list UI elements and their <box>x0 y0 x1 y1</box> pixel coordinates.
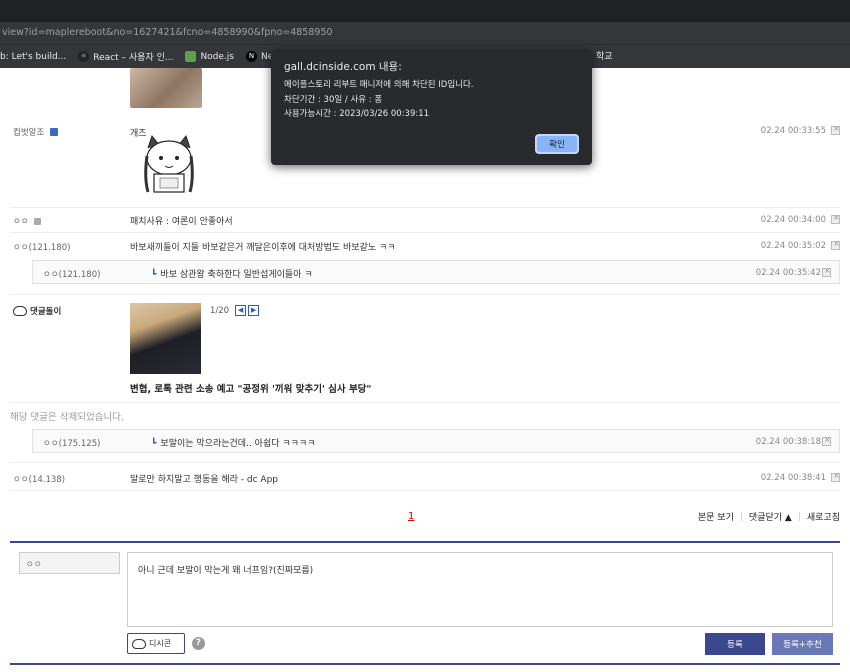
react-icon: ⚛ <box>78 51 90 62</box>
delete-icon[interactable] <box>831 124 840 135</box>
dccon-sticker-image[interactable] <box>138 134 200 196</box>
comment-nick[interactable]: 댓글돌이 <box>13 305 61 317</box>
comment-row: 댓글돌이 1/20 ◀ ▶ 변협, 로톡 관련 소송 예고 "공정위 '끼워 맞… <box>10 295 840 403</box>
comment-text: 말로만 하지말고 행동을 해라 - dc App <box>130 475 279 485</box>
comment-date: 02.24 00:38:41 <box>760 473 826 483</box>
reply-arrow-icon: ┗ <box>151 270 157 280</box>
comment-date: 02.24 00:35:02 <box>760 241 826 251</box>
divider <box>10 663 840 665</box>
bookmark-label: b: Let's build... <box>0 51 67 62</box>
alert-dialog: gall.dcinside.com 내용: 메이플스토리 리부트 매니저에 의해… <box>271 50 592 165</box>
comment-nick[interactable]: 컵벗알조 <box>13 126 58 138</box>
view-post-link[interactable]: 본문 보기 <box>698 510 734 523</box>
comment-row: ㅇㅇ(14.138) 말로만 하지말고 행동을 해라 - dc App 02.2… <box>10 463 840 491</box>
bot-face-icon <box>13 306 27 316</box>
comment-write-box: ㅇㅇ 아니 근데 보말이 막는게 왜 너프임?(진짜모름) 디시콘 ? 등록 등… <box>10 541 840 664</box>
submit-button[interactable]: 등록 <box>705 633 765 655</box>
delete-icon[interactable] <box>822 435 831 446</box>
dccon-label: 디시콘 <box>149 639 172 648</box>
mobile-icon <box>34 218 42 225</box>
nickname-field[interactable]: ㅇㅇ <box>19 552 120 574</box>
comment-date: 02.24 00:35:42 <box>755 268 821 278</box>
next-icon[interactable]: ▶ <box>248 305 260 316</box>
comment-text: 바보새끼들이 지들 바보같은거 깨달은이후에 대처방법도 바보같노 ㅋㅋ <box>130 243 396 253</box>
delete-icon[interactable] <box>831 239 840 250</box>
pager-count: 1/20 <box>210 305 230 316</box>
refresh-link[interactable]: 새로고침 <box>807 510 840 523</box>
comment-nick[interactable]: ㅇㅇ(14.138) <box>13 473 65 485</box>
comment-date: 02.24 00:33:55 <box>760 126 826 136</box>
nextjs-icon: N <box>245 51 257 62</box>
comment-date: 02.24 00:38:18 <box>755 437 821 447</box>
comment-text: 패치사유 : 여론이 안좋아서 <box>130 217 233 227</box>
delete-icon[interactable] <box>831 213 840 224</box>
comment-text: ┗ 보말이는 막으라는건데.. 아쉽다 ㅋㅋㅋㅋ <box>151 439 316 449</box>
gallog-icon[interactable] <box>49 128 58 136</box>
dialog-title: gall.dcinside.com 내용: <box>284 61 402 73</box>
comment-nick[interactable]: ㅇㅇ <box>13 215 42 227</box>
dccon-face-icon <box>132 638 146 649</box>
close-comments-link[interactable]: 댓글닫기 ▲ <box>749 510 792 523</box>
news-title[interactable]: 변협, 로톡 관련 소송 예고 "공정위 '끼워 맞추기' 심사 부당" <box>130 381 371 395</box>
bookmark-label: Node.js <box>200 51 234 62</box>
news-pager: 1/20 ◀ ▶ <box>210 305 260 316</box>
delete-icon[interactable] <box>822 266 831 277</box>
bookmark-label: React – 사용자 인... <box>93 53 174 63</box>
reply-arrow-icon: ┗ <box>151 439 157 449</box>
dialog-ok-button[interactable]: 확인 <box>535 134 579 154</box>
reply-row: ㅇㅇ(121.180) ┗ 바보 삼관왕 축하한다 일반섭게이들아 ㅋ 02.24… <box>32 260 840 284</box>
comment-nick[interactable]: ㅇㅇ(175.125) <box>43 437 100 449</box>
dccon-button[interactable]: 디시콘 <box>127 633 185 654</box>
prev-icon[interactable]: ◀ <box>235 305 247 316</box>
bookmark-item[interactable]: b: Let's build... <box>0 52 66 62</box>
dialog-message: 메이플스토리 리부트 매니저에 의해 차단된 ID입니다. 차단기간 : 30일… <box>284 78 474 122</box>
bookmark-item[interactable]: 학교 <box>596 45 613 69</box>
news-image[interactable] <box>130 303 201 374</box>
bookmark-item[interactable]: ⚛ React – 사용자 인... <box>78 50 173 63</box>
submit-recommend-button[interactable]: 등록+추천 <box>772 633 833 655</box>
dialog-line: 사용가능시간 : 2023/03/26 00:39:11 <box>284 109 430 119</box>
comment-textarea[interactable]: 아니 근데 보말이 막는게 왜 너프임?(진짜모름) <box>127 552 833 627</box>
reply-row: ㅇㅇ(175.125) ┗ 보말이는 막으라는건데.. 아쉽다 ㅋㅋㅋㅋ 02.2… <box>32 429 840 453</box>
comment-date: 02.24 00:34:00 <box>760 215 826 225</box>
help-icon[interactable]: ? <box>192 637 205 650</box>
comment-image-thumbnail[interactable] <box>130 68 202 108</box>
divider: | <box>797 511 801 522</box>
comment-nick[interactable]: ㅇㅇ(121.180) <box>43 268 100 280</box>
dialog-line: 차단기간 : 30일 / 사유 : 퐁 <box>284 94 383 105</box>
divider: | <box>739 511 743 522</box>
delete-icon[interactable] <box>831 471 840 482</box>
comment-row: ㅇㅇ 패치사유 : 여론이 안좋아서 02.24 00:34:00 <box>10 208 840 233</box>
browser-tab-strip <box>0 0 850 22</box>
bookmark-item[interactable]: Node.js <box>185 51 234 62</box>
comment-nick[interactable]: ㅇㅇ(121.180) <box>13 241 70 253</box>
nodejs-icon <box>185 51 197 62</box>
comment-text: ┗ 바보 삼관왕 축하한다 일반섭게이들아 ㅋ <box>151 270 313 280</box>
address-bar[interactable]: view?id=maplereboot&no=1627421&fcno=4858… <box>0 22 850 44</box>
page-link-current[interactable]: 1 <box>408 511 414 522</box>
comment-footer-links: 본문 보기 | 댓글닫기 ▲ | 새로고침 <box>698 510 840 524</box>
dialog-line: 메이플스토리 리부트 매니저에 의해 차단된 ID입니다. <box>284 80 474 90</box>
